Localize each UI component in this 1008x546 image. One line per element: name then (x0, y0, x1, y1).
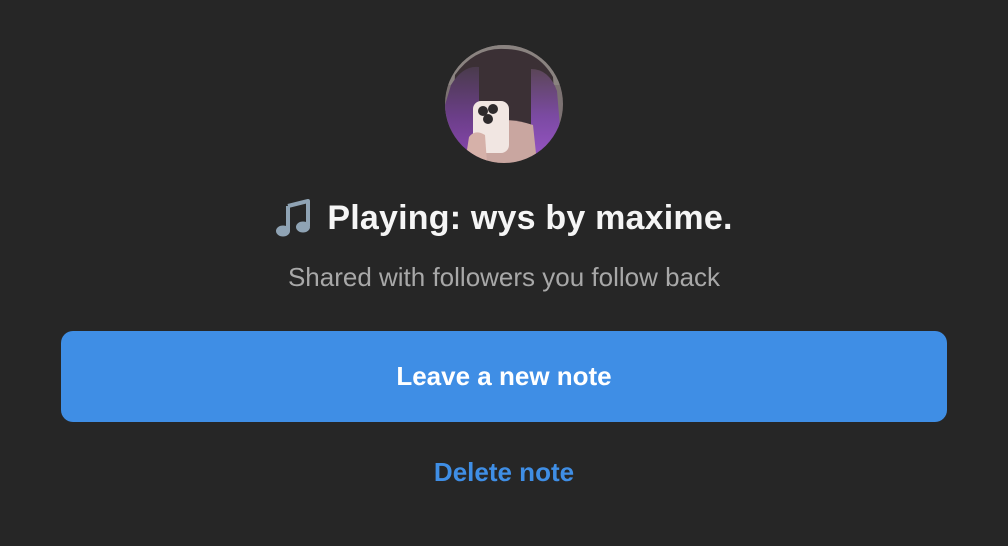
audience-label: Shared with followers you follow back (287, 262, 721, 292)
note-text: Playing: wys by maxime. (327, 198, 733, 237)
delete-note-button[interactable]: Delete note (0, 452, 1008, 492)
note-sheet: Playing: wys by maxime. Shared with foll… (0, 0, 1008, 546)
avatar-image (445, 45, 563, 163)
avatar (445, 45, 563, 163)
note-status: Playing: wys by maxime. (0, 192, 1008, 244)
leave-new-note-button[interactable]: Leave a new note (61, 331, 947, 422)
music-note-icon (275, 198, 313, 238)
